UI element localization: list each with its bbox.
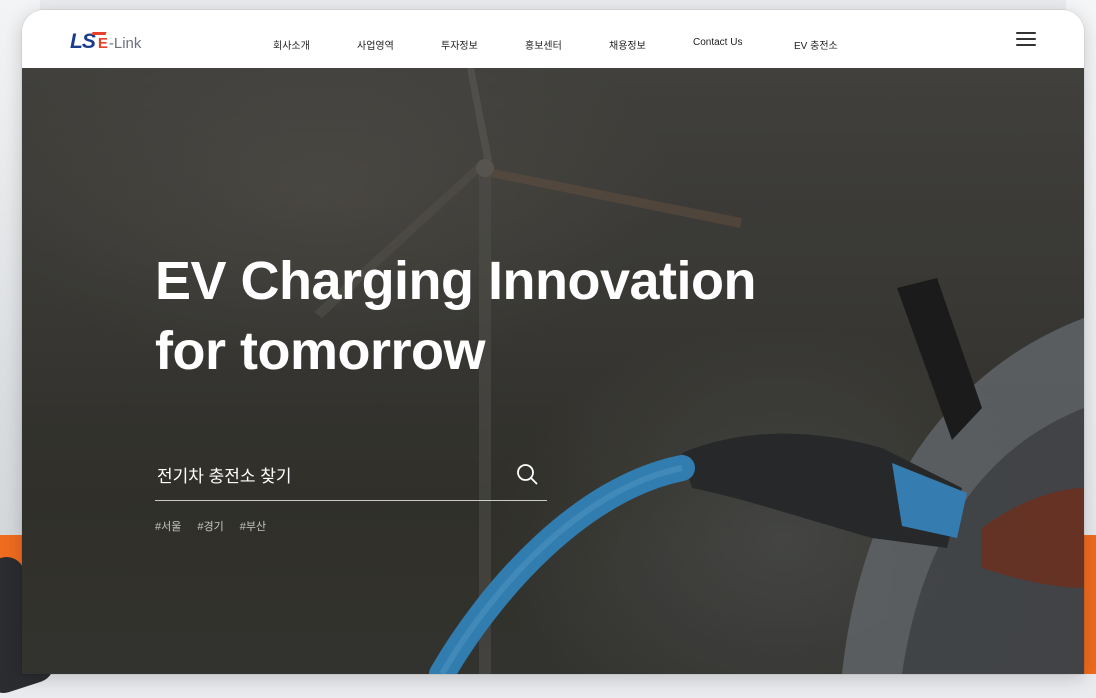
hero-title-line-2: for tomorrow bbox=[155, 321, 485, 381]
logo-link-text: -Link bbox=[108, 35, 142, 52]
nav-item-business[interactable]: 사업영역 bbox=[357, 37, 394, 52]
tag-busan[interactable]: #부산 bbox=[240, 518, 266, 534]
station-search-bar bbox=[155, 456, 547, 501]
ls-elink-logo[interactable]: LS E -Link bbox=[70, 30, 141, 54]
browser-frame: LS E -Link 회사소개 사업영역 투자정보 홍보센터 채용정보 Cont… bbox=[22, 10, 1084, 674]
nav-item-pr[interactable]: 홍보센터 bbox=[525, 37, 562, 52]
tag-gyeonggi[interactable]: #경기 bbox=[197, 518, 223, 534]
nav-item-company[interactable]: 회사소개 bbox=[273, 37, 310, 52]
station-search-input[interactable] bbox=[155, 462, 499, 492]
hero-title-line-1: EV Charging Innovation bbox=[155, 251, 757, 311]
hero-title: EV Charging Innovation for tomorrow bbox=[155, 246, 757, 386]
logo-accent-stroke bbox=[91, 32, 107, 35]
menu-line bbox=[1016, 38, 1036, 40]
nav-item-investor[interactable]: 투자정보 bbox=[441, 37, 478, 52]
hamburger-menu-icon[interactable] bbox=[1016, 32, 1036, 46]
menu-line bbox=[1016, 44, 1036, 46]
logo-e-text: E bbox=[97, 35, 108, 52]
hero-section: EV Charging Innovation for tomorrow #서울 … bbox=[22, 68, 1084, 674]
nav-item-contact[interactable]: Contact Us bbox=[693, 37, 742, 48]
nav-item-ev-station[interactable]: EV 충전소 bbox=[794, 37, 838, 52]
menu-line bbox=[1016, 32, 1036, 34]
site-header: LS E -Link 회사소개 사업영역 투자정보 홍보센터 채용정보 Cont… bbox=[22, 10, 1084, 68]
search-icon[interactable] bbox=[515, 462, 539, 486]
search-tags: #서울 #경기 #부산 bbox=[155, 518, 282, 534]
tag-seoul[interactable]: #서울 bbox=[155, 518, 181, 534]
nav-item-careers[interactable]: 채용정보 bbox=[609, 37, 646, 52]
